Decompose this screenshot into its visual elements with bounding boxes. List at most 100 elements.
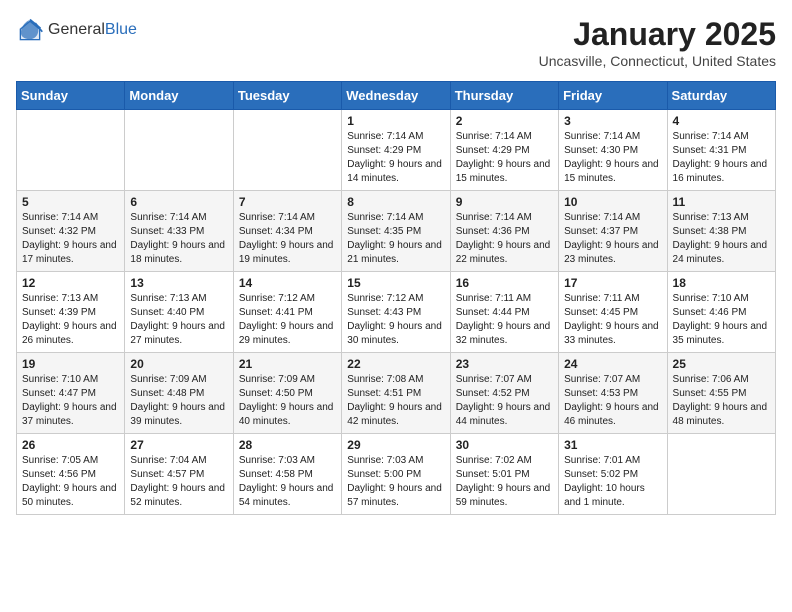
day-info: Sunrise: 7:14 AMSunset: 4:33 PMDaylight:… [130,211,227,267]
day-header-monday: Monday [125,82,233,110]
day-number: 31 [564,438,661,452]
logo-text: GeneralBlue [48,21,137,39]
day-info: Sunrise: 7:14 AMSunset: 4:29 PMDaylight:… [347,130,444,186]
day-header-wednesday: Wednesday [342,82,450,110]
title-block: January 2025 Uncasville, Connecticut, Un… [539,16,776,69]
calendar-cell: 13 Sunrise: 7:13 AMSunset: 4:40 PMDayligh… [125,272,233,353]
day-number: 23 [456,357,553,371]
calendar-cell: 8 Sunrise: 7:14 AMSunset: 4:35 PMDaylight… [342,191,450,272]
calendar-week-row: 26Sunrise: 7:05 AMSunset: 4:56 PMDayligh… [17,434,776,515]
calendar-cell: 1 Sunrise: 7:14 AMSunset: 4:29 PMDaylight… [342,110,450,191]
day-number: 20 [130,357,227,371]
day-number: 5 [22,195,119,209]
day-number: 22 [347,357,444,371]
calendar-cell [667,434,775,515]
day-info: Sunrise: 7:14 AMSunset: 4:32 PMDaylight:… [22,211,119,267]
day-header-sunday: Sunday [17,82,125,110]
day-info: Sunrise: 7:09 AMSunset: 4:50 PMDaylight:… [239,373,336,429]
day-info: Sunrise: 7:13 AMSunset: 4:40 PMDaylight:… [130,292,227,348]
location: Uncasville, Connecticut, United States [539,53,776,69]
calendar-cell [17,110,125,191]
day-number: 16 [456,276,553,290]
calendar-cell: 28 Sunrise: 7:03 AMSunset: 4:58 PMDayligh… [233,434,341,515]
calendar-cell: 16Sunrise: 7:11 AMSunset: 4:44 PMDayligh… [450,272,558,353]
day-number: 29 [347,438,444,452]
day-info: Sunrise: 7:12 AMSunset: 4:41 PMDaylight:… [239,292,336,348]
calendar-week-row: 1 Sunrise: 7:14 AMSunset: 4:29 PMDaylight… [17,110,776,191]
day-header-saturday: Saturday [667,82,775,110]
day-number: 14 [239,276,336,290]
calendar-cell: 10Sunrise: 7:14 AMSunset: 4:37 PMDayligh… [559,191,667,272]
day-info: Sunrise: 7:05 AMSunset: 4:56 PMDaylight:… [22,454,119,510]
month-title: January 2025 [539,16,776,53]
day-number: 12 [22,276,119,290]
calendar-cell: 26Sunrise: 7:05 AMSunset: 4:56 PMDayligh… [17,434,125,515]
day-info: Sunrise: 7:06 AMSunset: 4:55 PMDaylight:… [673,373,770,429]
day-info: Sunrise: 7:14 AMSunset: 4:29 PMDaylight:… [456,130,553,186]
calendar-week-row: 5 Sunrise: 7:14 AMSunset: 4:32 PMDaylight… [17,191,776,272]
days-header-row: SundayMondayTuesdayWednesdayThursdayFrid… [17,82,776,110]
calendar-week-row: 19Sunrise: 7:10 AMSunset: 4:47 PMDayligh… [17,353,776,434]
day-number: 8 [347,195,444,209]
day-info: Sunrise: 7:07 AMSunset: 4:52 PMDaylight:… [456,373,553,429]
calendar-cell: 18 Sunrise: 7:10 AMSunset: 4:46 PMDayligh… [667,272,775,353]
day-number: 27 [130,438,227,452]
day-number: 17 [564,276,661,290]
calendar-table: SundayMondayTuesdayWednesdayThursdayFrid… [16,81,776,515]
calendar-cell: 29 Sunrise: 7:03 AMSunset: 5:00 PMDayligh… [342,434,450,515]
calendar-cell: 24Sunrise: 7:07 AMSunset: 4:53 PMDayligh… [559,353,667,434]
day-info: Sunrise: 7:14 AMSunset: 4:35 PMDaylight:… [347,211,444,267]
day-number: 10 [564,195,661,209]
day-number: 21 [239,357,336,371]
day-number: 2 [456,114,553,128]
calendar-cell: 11Sunrise: 7:13 AMSunset: 4:38 PMDayligh… [667,191,775,272]
calendar-cell [233,110,341,191]
day-info: Sunrise: 7:11 AMSunset: 4:45 PMDaylight:… [564,292,661,348]
calendar-cell: 21 Sunrise: 7:09 AMSunset: 4:50 PMDayligh… [233,353,341,434]
logo-blue: Blue [105,21,137,38]
day-info: Sunrise: 7:04 AMSunset: 4:57 PMDaylight:… [130,454,227,510]
day-number: 7 [239,195,336,209]
calendar-cell: 17 Sunrise: 7:11 AMSunset: 4:45 PMDayligh… [559,272,667,353]
calendar-cell: 12 Sunrise: 7:13 AMSunset: 4:39 PMDayligh… [17,272,125,353]
calendar-cell: 3 Sunrise: 7:14 AMSunset: 4:30 PMDaylight… [559,110,667,191]
day-number: 6 [130,195,227,209]
calendar-cell: 6 Sunrise: 7:14 AMSunset: 4:33 PMDaylight… [125,191,233,272]
calendar-cell: 23 Sunrise: 7:07 AMSunset: 4:52 PMDayligh… [450,353,558,434]
calendar-cell: 19Sunrise: 7:10 AMSunset: 4:47 PMDayligh… [17,353,125,434]
day-info: Sunrise: 7:08 AMSunset: 4:51 PMDaylight:… [347,373,444,429]
logo: GeneralBlue [16,16,137,44]
day-header-friday: Friday [559,82,667,110]
calendar-cell: 7 Sunrise: 7:14 AMSunset: 4:34 PMDaylight… [233,191,341,272]
day-info: Sunrise: 7:07 AMSunset: 4:53 PMDaylight:… [564,373,661,429]
day-info: Sunrise: 7:12 AMSunset: 4:43 PMDaylight:… [347,292,444,348]
day-header-tuesday: Tuesday [233,82,341,110]
day-number: 28 [239,438,336,452]
day-info: Sunrise: 7:14 AMSunset: 4:31 PMDaylight:… [673,130,770,186]
logo-icon [16,16,44,44]
day-number: 11 [673,195,770,209]
day-info: Sunrise: 7:14 AMSunset: 4:34 PMDaylight:… [239,211,336,267]
day-number: 3 [564,114,661,128]
day-info: Sunrise: 7:10 AMSunset: 4:46 PMDaylight:… [673,292,770,348]
day-header-thursday: Thursday [450,82,558,110]
day-number: 13 [130,276,227,290]
day-info: Sunrise: 7:03 AMSunset: 4:58 PMDaylight:… [239,454,336,510]
day-info: Sunrise: 7:14 AMSunset: 4:30 PMDaylight:… [564,130,661,186]
day-info: Sunrise: 7:13 AMSunset: 4:39 PMDaylight:… [22,292,119,348]
day-number: 18 [673,276,770,290]
calendar-week-row: 12 Sunrise: 7:13 AMSunset: 4:39 PMDayligh… [17,272,776,353]
day-info: Sunrise: 7:03 AMSunset: 5:00 PMDaylight:… [347,454,444,510]
calendar-cell: 2 Sunrise: 7:14 AMSunset: 4:29 PMDaylight… [450,110,558,191]
day-number: 4 [673,114,770,128]
calendar-cell: 9Sunrise: 7:14 AMSunset: 4:36 PMDaylight… [450,191,558,272]
calendar-cell: 4 Sunrise: 7:14 AMSunset: 4:31 PMDaylight… [667,110,775,191]
calendar-cell: 25Sunrise: 7:06 AMSunset: 4:55 PMDayligh… [667,353,775,434]
day-info: Sunrise: 7:01 AMSunset: 5:02 PMDaylight:… [564,454,661,510]
day-number: 9 [456,195,553,209]
day-info: Sunrise: 7:10 AMSunset: 4:47 PMDaylight:… [22,373,119,429]
day-info: Sunrise: 7:09 AMSunset: 4:48 PMDaylight:… [130,373,227,429]
calendar-cell: 22 Sunrise: 7:08 AMSunset: 4:51 PMDayligh… [342,353,450,434]
day-number: 30 [456,438,553,452]
day-number: 1 [347,114,444,128]
